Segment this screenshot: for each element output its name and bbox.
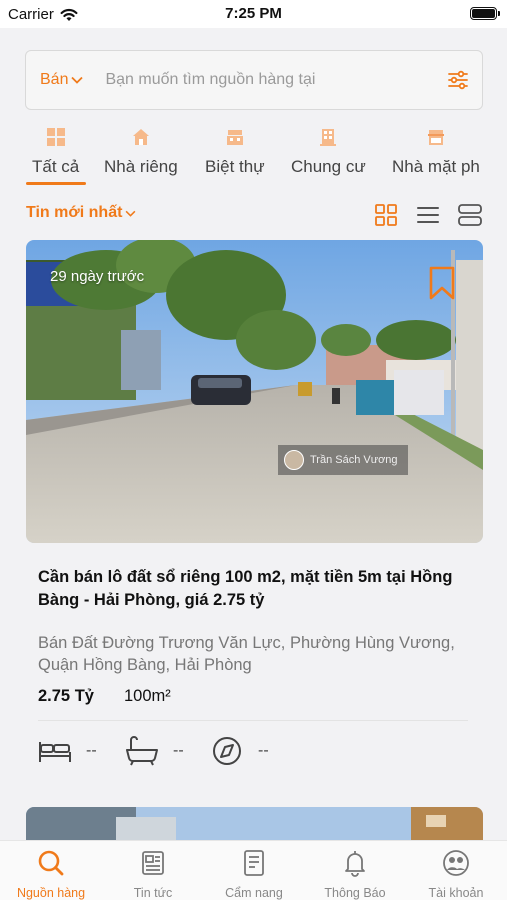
- filter-icon[interactable]: [446, 68, 470, 92]
- listing-type-dropdown[interactable]: Bán: [40, 71, 84, 89]
- listing-type-label: Bán: [40, 71, 69, 88]
- category-tabs: Tất cả Nhà riêng Biệt thự Chung cư Nhà m…: [0, 128, 507, 188]
- category-label: Nhà mặt ph: [392, 157, 480, 176]
- bed-icon: [39, 742, 71, 762]
- tab-label: Cẩm nang: [225, 886, 283, 900]
- category-label: Nhà riêng: [104, 157, 178, 176]
- active-tab-indicator: [26, 182, 86, 185]
- tab-label: Tài khoản: [428, 886, 484, 900]
- category-tab-apartment[interactable]: Chung cư: [291, 128, 366, 177]
- shophouse-icon: [427, 130, 444, 145]
- tab-tai-khoan[interactable]: Tài khoản: [406, 849, 506, 900]
- tab-tin-tuc[interactable]: Tin tức: [103, 849, 203, 900]
- tab-cam-nang[interactable]: Cẩm nang: [204, 849, 304, 900]
- newspaper-icon: [142, 851, 164, 875]
- tab-label: Nguồn hàng: [16, 886, 86, 900]
- bedrooms-value: --: [86, 742, 97, 759]
- posted-time: 29 ngày trước: [50, 268, 145, 285]
- card-view-icon[interactable]: [458, 203, 482, 227]
- listing-address: Bán Đất Đường Trương Văn Lực, Phường Hùn…: [38, 634, 455, 674]
- photo-watermark: Trần Sách Vương: [278, 445, 408, 475]
- category-label: Biệt thự: [205, 157, 265, 176]
- category-tab-shophouse[interactable]: Nhà mặt ph: [392, 128, 480, 177]
- watermark-text: Trần Sách Vương: [310, 454, 398, 466]
- sort-row: Tin mới nhất: [26, 200, 483, 228]
- tab-thong-bao[interactable]: Thông Báo: [305, 849, 405, 900]
- clock: 7:25 PM: [225, 5, 282, 22]
- sort-label: Tin mới nhất: [26, 204, 123, 221]
- status-bar: Carrier 7:25 PM: [0, 0, 507, 28]
- listing-area: 100m²: [124, 687, 171, 705]
- battery-icon: [470, 7, 500, 20]
- search-bar[interactable]: Bán Bạn muốn tìm nguồn hàng tại: [25, 50, 483, 110]
- villa-icon: [226, 130, 243, 145]
- handbook-icon: [244, 850, 264, 876]
- account-icon: [443, 850, 469, 876]
- house-icon: [132, 129, 149, 145]
- category-label: Tất cả: [32, 157, 80, 176]
- bookmark-icon[interactable]: [429, 266, 455, 300]
- bathrooms-feature: --: [125, 736, 184, 766]
- grid-view-icon[interactable]: [374, 203, 398, 227]
- street-photo: [26, 240, 483, 543]
- category-tab-all[interactable]: Tất cả: [32, 128, 79, 177]
- listing-title[interactable]: Cần bán lô đất sổ riêng 100 m2, mặt tiền…: [38, 566, 468, 612]
- list-view-icon[interactable]: [416, 203, 440, 227]
- category-label: Chung cư: [291, 157, 366, 176]
- sort-dropdown[interactable]: Tin mới nhất: [26, 204, 136, 222]
- divider: [38, 720, 468, 721]
- search-input[interactable]: Bạn muốn tìm nguồn hàng tại: [105, 71, 446, 89]
- chevron-down-icon: [71, 76, 84, 84]
- bathrooms-value: --: [173, 742, 184, 759]
- avatar: [284, 450, 304, 470]
- search-icon: [38, 850, 64, 876]
- apartment-icon: [320, 129, 337, 146]
- direction-value: --: [258, 742, 269, 759]
- tab-label: Thông Báo: [324, 886, 386, 900]
- tab-nguon-hang[interactable]: Nguồn hàng: [1, 849, 101, 900]
- listing-price: 2.75 Tỷ: [38, 687, 94, 705]
- direction-feature: --: [210, 736, 269, 766]
- category-tab-villa[interactable]: Biệt thự: [205, 128, 265, 177]
- compass-icon: [213, 737, 241, 765]
- bell-icon: [345, 851, 365, 877]
- tab-label: Tin tức: [133, 886, 173, 900]
- category-tab-house[interactable]: Nhà riêng: [104, 128, 178, 177]
- bedrooms-feature: --: [38, 736, 97, 766]
- grid-squares-icon: [46, 128, 65, 146]
- bathtub-icon: [126, 736, 158, 766]
- listing-photo[interactable]: 29 ngày trước Trần Sách Vương: [26, 240, 483, 543]
- chevron-down-icon: [125, 210, 136, 217]
- bottom-tab-bar: Nguồn hàng Tin tức Cẩm nang Thông Báo Tà…: [0, 840, 507, 900]
